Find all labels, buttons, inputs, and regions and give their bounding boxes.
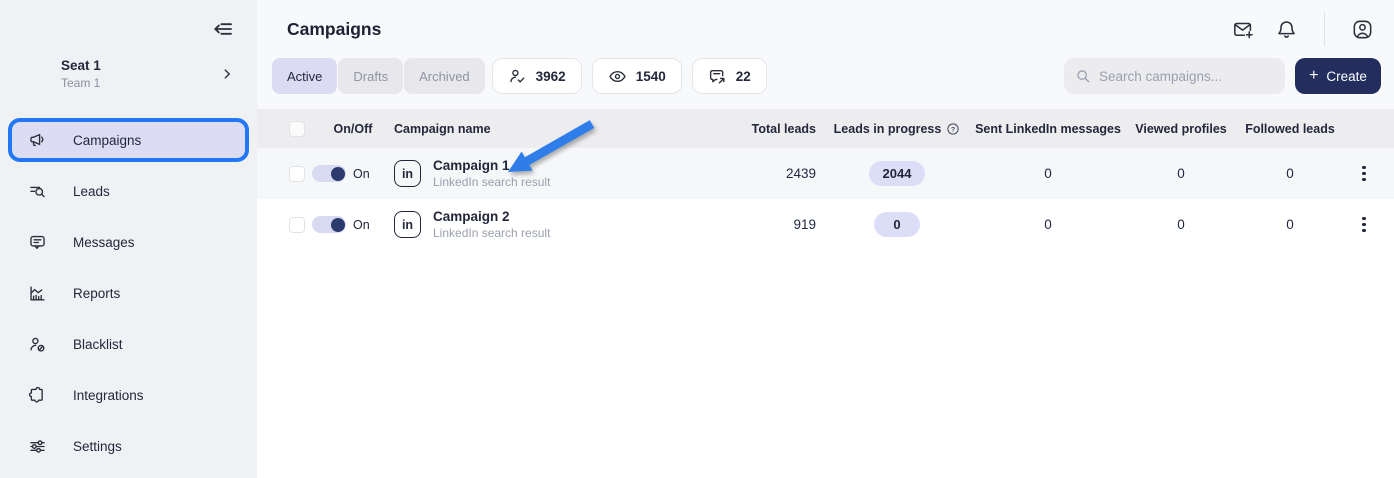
sidebar-item-settings[interactable]: Settings <box>8 424 249 468</box>
toggle-label: On <box>353 167 370 181</box>
sidebar-item-messages[interactable]: Messages <box>8 220 249 264</box>
stat-value: 3962 <box>536 69 566 84</box>
total-leads-value: 919 <box>793 217 816 232</box>
toolbar: Active Drafts Archived 3962 <box>257 58 1394 94</box>
tab-archived[interactable]: Archived <box>404 58 485 94</box>
main-area: Campaigns <box>257 0 1394 478</box>
row-menu-icon[interactable] <box>1356 211 1372 239</box>
stat-chip-views[interactable]: 1540 <box>592 58 682 94</box>
tab-active[interactable]: Active <box>272 58 337 94</box>
filter-tabs: Active Drafts Archived <box>272 58 485 94</box>
search-input[interactable] <box>1099 69 1274 84</box>
table-row: On in Campaign 1 LinkedIn search result … <box>257 148 1394 199</box>
select-all-checkbox[interactable] <box>289 121 305 137</box>
help-circle-icon[interactable]: ? <box>946 122 960 136</box>
row-menu-icon[interactable] <box>1356 160 1372 188</box>
bell-icon[interactable] <box>1275 18 1298 41</box>
chart-icon <box>28 284 47 303</box>
person-block-icon <box>28 335 47 354</box>
campaign-toggle[interactable] <box>312 165 346 182</box>
table-row: On in Campaign 2 LinkedIn search result … <box>257 199 1394 250</box>
chat-bubble-icon <box>28 233 47 252</box>
tab-drafts[interactable]: Drafts <box>338 58 403 94</box>
linkedin-icon: in <box>394 160 421 187</box>
sidebar-item-label: Integrations <box>73 388 144 403</box>
sliders-icon <box>28 437 47 456</box>
sidebar-item-reports[interactable]: Reports <box>8 271 249 315</box>
plus-icon: + <box>1309 68 1318 84</box>
sent-messages-value: 0 <box>978 217 1118 232</box>
campaign-name[interactable]: Campaign 1 <box>433 158 550 173</box>
col-viewed-profiles: Viewed profiles <box>1135 122 1226 136</box>
sidebar-item-label: Messages <box>73 235 135 250</box>
stat-chip-messages[interactable]: 22 <box>692 58 767 94</box>
seat-subtitle: Team 1 <box>61 76 101 90</box>
stat-value: 22 <box>736 69 751 84</box>
followed-leads-value: 0 <box>1244 166 1336 181</box>
sidebar-item-integrations[interactable]: Integrations <box>8 373 249 417</box>
megaphone-icon <box>28 131 47 150</box>
search-box <box>1064 58 1285 94</box>
row-checkbox[interactable] <box>289 166 305 182</box>
campaign-type: LinkedIn search result <box>433 175 550 189</box>
message-arrow-icon <box>708 67 727 86</box>
sidebar-item-label: Leads <box>73 184 110 199</box>
campaign-type: LinkedIn search result <box>433 226 550 240</box>
total-leads-value: 2439 <box>786 166 816 181</box>
col-sent-messages: Sent LinkedIn messages <box>975 122 1121 136</box>
toggle-label: On <box>353 218 370 232</box>
chevron-right-icon[interactable] <box>219 66 235 82</box>
person-check-icon <box>508 67 527 86</box>
sidebar-item-label: Settings <box>73 439 122 454</box>
col-followed-leads: Followed leads <box>1245 122 1335 136</box>
header-actions <box>1232 12 1374 46</box>
page-header: Campaigns <box>257 0 1394 58</box>
sidebar-item-leads[interactable]: Leads <box>8 169 249 213</box>
sidebar-nav: Campaigns Leads <box>0 118 257 468</box>
sent-messages-value: 0 <box>978 166 1118 181</box>
campaigns-table: On/Off Campaign name Total leads Leads i… <box>257 109 1394 250</box>
puzzle-icon <box>28 386 47 405</box>
stat-chip-leads[interactable]: 3962 <box>492 58 582 94</box>
sidebar-item-blacklist[interactable]: Blacklist <box>8 322 249 366</box>
search-icon <box>1075 68 1091 84</box>
sidebar-item-campaigns[interactable]: Campaigns <box>8 118 249 162</box>
eye-icon <box>608 67 627 86</box>
leads-in-progress-badge: 2044 <box>869 161 926 186</box>
col-leads-in-progress: Leads in progress ? <box>834 122 961 136</box>
leads-in-progress-badge: 0 <box>874 212 920 237</box>
col-total-leads: Total leads <box>752 122 816 136</box>
mail-plus-icon[interactable] <box>1232 18 1255 41</box>
followed-leads-value: 0 <box>1244 217 1336 232</box>
avatar-icon[interactable] <box>1351 18 1374 41</box>
campaign-name[interactable]: Campaign 2 <box>433 209 550 224</box>
page-title: Campaigns <box>287 19 381 40</box>
stat-value: 1540 <box>636 69 666 84</box>
campaign-toggle[interactable] <box>312 216 346 233</box>
viewed-profiles-value: 0 <box>1118 217 1244 232</box>
stat-chips: 3962 1540 <box>492 58 767 94</box>
sidebar: Seat 1 Team 1 Campaigns <box>0 0 257 478</box>
sidebar-item-label: Reports <box>73 286 120 301</box>
row-checkbox[interactable] <box>289 217 305 233</box>
table-header-row: On/Off Campaign name Total leads Leads i… <box>257 109 1394 148</box>
seat-title: Seat 1 <box>61 58 101 73</box>
viewed-profiles-value: 0 <box>1118 166 1244 181</box>
main-top: Campaigns <box>257 0 1394 109</box>
seat-selector[interactable]: Seat 1 Team 1 <box>0 0 257 90</box>
sidebar-item-label: Campaigns <box>73 133 141 148</box>
create-button[interactable]: + Create <box>1295 58 1381 94</box>
col-onoff: On/Off <box>334 122 373 136</box>
sidebar-item-label: Blacklist <box>73 337 123 352</box>
toolbar-right: + Create <box>1064 58 1381 94</box>
leads-search-icon <box>28 182 47 201</box>
create-button-label: Create <box>1326 69 1367 84</box>
header-divider <box>1324 12 1325 46</box>
linkedin-icon: in <box>394 211 421 238</box>
svg-text:?: ? <box>951 126 955 133</box>
app-root: Seat 1 Team 1 Campaigns <box>0 0 1394 478</box>
col-campaign-name: Campaign name <box>394 122 706 136</box>
